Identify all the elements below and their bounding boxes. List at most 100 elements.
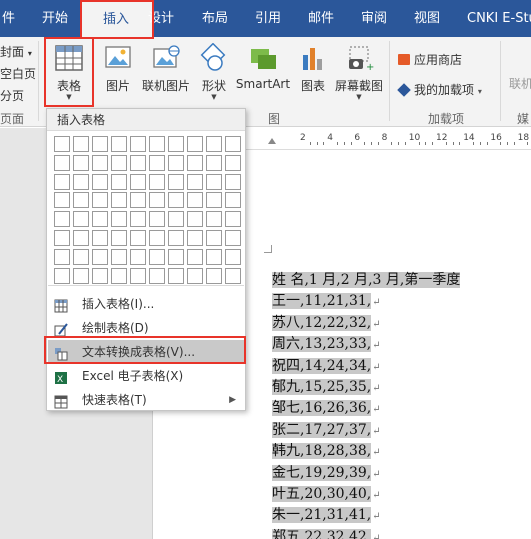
document-line[interactable]: 张二,17,27,37,↵ [272, 420, 460, 441]
online-picture-button[interactable]: 联机图片 [140, 39, 192, 105]
table-grid-cell[interactable] [54, 136, 70, 152]
table-grid-cell[interactable] [187, 173, 203, 190]
document-line[interactable]: 郁九,15,25,35,↵ [272, 377, 460, 398]
table-grid-cell[interactable] [187, 192, 203, 209]
table-grid-cell[interactable] [149, 173, 165, 190]
table-grid-cell[interactable] [206, 211, 222, 228]
table-grid-cell[interactable] [149, 248, 165, 265]
tab-view[interactable]: 视图 [414, 0, 440, 37]
page-break-button[interactable]: 分页 [0, 87, 24, 104]
table-grid-cell[interactable] [187, 211, 203, 228]
tab-mailings[interactable]: 邮件 [308, 0, 334, 37]
table-grid-cell[interactable] [168, 154, 184, 171]
chart-button[interactable]: 图表 [296, 39, 330, 105]
table-grid-cell[interactable] [73, 192, 89, 209]
table-grid-cell[interactable] [130, 154, 146, 171]
table-grid-cell[interactable] [54, 192, 70, 209]
table-grid-cell[interactable] [149, 211, 165, 228]
table-grid-cell[interactable] [130, 211, 146, 228]
tab-file[interactable]: 件 [2, 0, 15, 37]
table-grid-cell[interactable] [130, 267, 146, 284]
table-grid-cell[interactable] [54, 248, 70, 265]
table-grid-cell[interactable] [111, 230, 127, 246]
smartart-button[interactable]: SmartArt [235, 39, 291, 105]
document-line[interactable]: 朱一,21,31,41,↵ [272, 505, 460, 526]
table-grid-cell[interactable] [206, 248, 222, 265]
table-grid-cell[interactable] [130, 136, 146, 152]
table-grid-cell[interactable] [225, 230, 241, 246]
table-button[interactable]: 表格 ▼ [46, 39, 92, 105]
tab-cnki[interactable]: CNKI E-Stu [467, 0, 531, 37]
document-line[interactable]: 郑五,22,32,42,↵ [272, 527, 460, 539]
table-grid-cell[interactable] [111, 136, 127, 152]
picture-button[interactable]: 图片 [98, 39, 138, 105]
table-grid-cell[interactable] [111, 267, 127, 284]
online-video-button[interactable]: 联机 [509, 75, 531, 92]
table-grid-cell[interactable] [168, 173, 184, 190]
table-grid-cell[interactable] [92, 136, 108, 152]
table-grid-cell[interactable] [73, 267, 89, 284]
table-grid-cell[interactable] [187, 136, 203, 152]
table-grid-cell[interactable] [111, 173, 127, 190]
tab-references[interactable]: 引用 [255, 0, 281, 37]
table-grid-cell[interactable] [92, 211, 108, 228]
table-grid-cell[interactable] [130, 192, 146, 209]
table-grid-cell[interactable] [73, 136, 89, 152]
table-grid-cell[interactable] [149, 230, 165, 246]
table-grid-cell[interactable] [206, 154, 222, 171]
table-grid-cell[interactable] [92, 173, 108, 190]
document-line[interactable]: 叶五,20,30,40,↵ [272, 484, 460, 505]
table-grid-cell[interactable] [54, 230, 70, 246]
document-line[interactable]: 苏八,12,22,32,↵ [272, 313, 460, 334]
table-grid-cell[interactable] [168, 136, 184, 152]
table-grid-cell[interactable] [206, 230, 222, 246]
table-grid-cell[interactable] [168, 248, 184, 265]
table-grid-cell[interactable] [206, 192, 222, 209]
table-grid-cell[interactable] [54, 267, 70, 284]
table-grid-cell[interactable] [92, 248, 108, 265]
convert-text-to-table-item[interactable]: 文本转换成表格(V)... [48, 340, 244, 364]
document-line[interactable]: 王一,11,21,31,↵ [272, 291, 460, 312]
table-grid-cell[interactable] [73, 248, 89, 265]
shapes-button[interactable]: 形状 ▼ [196, 39, 232, 105]
tab-insert[interactable]: 插入 [80, 2, 152, 37]
blank-page-button[interactable]: 空白页 [0, 65, 36, 82]
table-grid-cell[interactable] [130, 173, 146, 190]
table-grid-cell[interactable] [73, 154, 89, 171]
app-store-button[interactable]: 应用商店 [398, 51, 462, 68]
table-grid-cell[interactable] [54, 211, 70, 228]
quick-tables-item[interactable]: 快速表格(T) ▶ [48, 388, 244, 412]
table-grid-cell[interactable] [187, 267, 203, 284]
table-grid-cell[interactable] [225, 192, 241, 209]
table-grid-cell[interactable] [168, 211, 184, 228]
table-grid-cell[interactable] [111, 154, 127, 171]
table-grid-cell[interactable] [73, 211, 89, 228]
document-line[interactable]: 邹七,16,26,36,↵ [272, 398, 460, 419]
table-grid-cell[interactable] [92, 267, 108, 284]
table-grid-cell[interactable] [168, 192, 184, 209]
table-grid-cell[interactable] [225, 267, 241, 284]
table-grid-cell[interactable] [225, 173, 241, 190]
table-grid-cell[interactable] [54, 154, 70, 171]
table-grid-cell[interactable] [73, 230, 89, 246]
table-grid-cell[interactable] [130, 248, 146, 265]
table-grid-cell[interactable] [187, 154, 203, 171]
table-grid-cell[interactable] [225, 248, 241, 265]
indent-marker-icon[interactable] [268, 138, 276, 144]
table-grid-cell[interactable] [206, 136, 222, 152]
table-grid-cell[interactable] [168, 230, 184, 246]
table-grid-cell[interactable] [111, 248, 127, 265]
table-grid-cell[interactable] [149, 192, 165, 209]
table-grid-cell[interactable] [111, 211, 127, 228]
table-grid-cell[interactable] [92, 192, 108, 209]
document-line[interactable]: 金七,19,29,39,↵ [272, 463, 460, 484]
excel-spreadsheet-item[interactable]: X Excel 电子表格(X) [48, 364, 244, 388]
table-grid-cell[interactable] [92, 230, 108, 246]
document-text[interactable]: 姓 名,1 月,2 月,3 月,第一季度 王一,11,21,31,↵ 苏八,12,2… [272, 270, 461, 539]
table-grid-cell[interactable] [168, 267, 184, 284]
tab-layout[interactable]: 布局 [202, 0, 228, 37]
screenshot-button[interactable]: + 屏幕截图 ▼ [332, 39, 386, 105]
cover-page-button[interactable]: 封面 ▾ [0, 43, 32, 60]
table-grid-cell[interactable] [225, 211, 241, 228]
table-grid-cell[interactable] [54, 173, 70, 190]
